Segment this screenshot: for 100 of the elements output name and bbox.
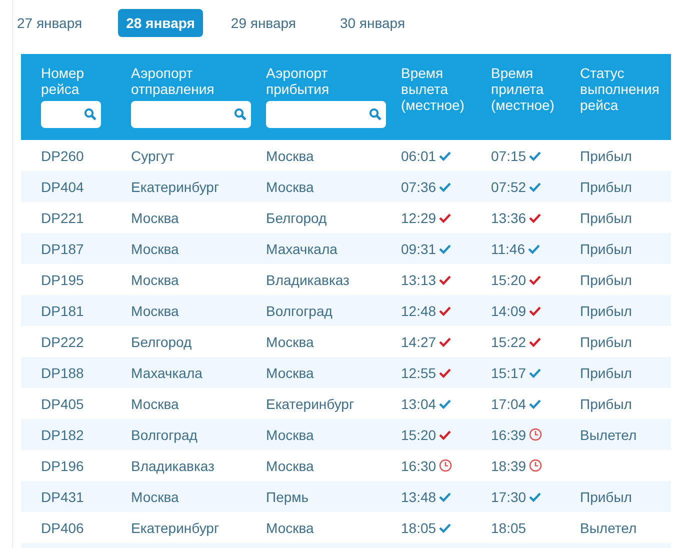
flight-status: Вылетел (580, 520, 638, 536)
flight-status: Прибыл (580, 488, 633, 504)
departure-time: 09:31 (401, 240, 436, 256)
departure-time: 06:01 (401, 148, 436, 164)
column-title: Номер рейса (41, 65, 86, 97)
date-tab[interactable]: 29 января (222, 9, 304, 37)
departure-time: 07:36 (401, 178, 436, 194)
departure-time: 13:04 (401, 396, 436, 412)
arrival-time: 16:39 (491, 426, 526, 442)
departure-time: 14:27 (401, 334, 436, 350)
departure-airport: Москва (131, 488, 180, 504)
arrival-time: 15:20 (491, 272, 526, 288)
search-icon (234, 108, 247, 121)
departure-airport: Москва (131, 210, 180, 226)
check-icon (439, 182, 452, 192)
arrival-time: 17:30 (491, 488, 526, 504)
arrival-airport: Махачкала (266, 240, 338, 256)
arrival-airport: Москва (266, 178, 315, 194)
flight-status: Прибыл (580, 178, 633, 194)
flight-status: Прибыл (580, 240, 633, 256)
arrival-time: 07:15 (491, 148, 526, 164)
departure-time: 12:55 (401, 364, 436, 380)
check-icon (439, 430, 452, 440)
check-icon (439, 244, 452, 254)
arrival-time: 07:52 (491, 178, 526, 194)
flight-number: DP222 (41, 334, 85, 350)
arrival-airport: Пермь (266, 488, 310, 504)
departure-time: 15:20 (401, 426, 436, 442)
check-icon (439, 212, 452, 222)
check-icon (529, 182, 542, 192)
filter-field[interactable] (41, 101, 101, 128)
arrival-time: 18:39 (491, 458, 526, 474)
arrival-time: 15:22 (491, 334, 526, 350)
check-icon (439, 492, 452, 502)
arrival-airport: Москва (266, 364, 315, 380)
flight-status: Прибыл (580, 334, 633, 350)
arrival-airport: Москва (266, 458, 315, 474)
departure-time: 16:30 (401, 458, 436, 474)
departure-airport: Волгоград (131, 426, 198, 442)
departure-time: 13:48 (401, 488, 436, 504)
departure-airport: Москва (131, 240, 180, 256)
departure-airport: Москва (131, 396, 180, 412)
departure-time: 12:48 (401, 302, 436, 318)
flight-status: Вылетел (580, 426, 638, 442)
flight-number: DP260 (41, 148, 85, 164)
arrival-time: 15:17 (491, 364, 526, 380)
check-icon (529, 398, 542, 408)
flight-status: Прибыл (580, 364, 633, 380)
check-icon (529, 274, 542, 284)
check-icon (439, 150, 452, 160)
column-title: Аэропорт прибытия (266, 65, 330, 97)
flight-status: Прибыл (580, 396, 633, 412)
arrival-airport: Москва (266, 520, 315, 536)
check-icon (528, 244, 540, 254)
departure-airport: Москва (131, 302, 180, 318)
departure-airport: Екатеринбург (131, 178, 220, 194)
check-icon (439, 274, 452, 284)
filter-field[interactable] (266, 101, 386, 128)
arrival-airport: Белгород (266, 210, 328, 226)
arrival-airport: Волгоград (266, 302, 334, 318)
arrival-airport: Москва (266, 426, 315, 442)
departure-airport: Махачкала (131, 364, 204, 380)
column-title: Время вылета (местное) (401, 65, 466, 113)
flight-number: DP431 (41, 488, 85, 504)
arrival-time: 11:46 (491, 240, 525, 256)
column-title: Аэропорт отправления (131, 65, 211, 97)
flight-number: DP406 (41, 520, 85, 536)
arrival-time: 17:04 (491, 396, 526, 412)
arrival-time: 14:09 (491, 302, 526, 318)
arrival-airport: Владикавказ (266, 272, 350, 288)
arrival-time: 13:36 (491, 210, 526, 226)
arrival-airport: Москва (266, 334, 315, 350)
flight-status: Прибыл (580, 210, 633, 226)
flight-number: DP182 (41, 426, 85, 442)
check-icon (439, 336, 452, 346)
departure-time: 12:29 (401, 210, 436, 226)
flight-number: DP404 (41, 178, 85, 194)
flight-number: DP188 (41, 364, 85, 380)
departure-airport: Екатеринбург (131, 520, 220, 536)
clock-icon (529, 459, 542, 472)
search-icon (369, 108, 382, 121)
check-icon (529, 150, 542, 160)
departure-time: 13:13 (401, 272, 436, 288)
flight-status: Прибыл (580, 148, 633, 164)
check-icon (439, 306, 452, 316)
flight-status: Прибыл (580, 272, 633, 288)
check-icon (529, 368, 542, 378)
flight-number: DP187 (41, 240, 85, 256)
date-tab[interactable]: 28 января (118, 9, 203, 37)
flight-number: DP181 (41, 302, 85, 318)
filter-field[interactable] (131, 101, 251, 128)
search-icon (84, 108, 97, 121)
departure-airport: Сургут (131, 148, 176, 164)
flight-number: DP196 (41, 458, 85, 474)
check-icon (529, 336, 542, 346)
date-tab[interactable]: 27 января (9, 9, 90, 37)
check-icon (439, 398, 452, 408)
flight-number: DP405 (41, 396, 85, 412)
date-tab[interactable]: 30 января (332, 9, 414, 37)
departure-time: 18:05 (401, 520, 436, 536)
